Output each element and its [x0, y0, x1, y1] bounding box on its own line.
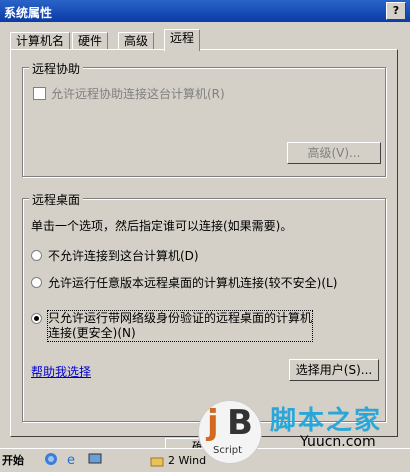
- taskbar-window-label: 2 Wind: [168, 454, 207, 467]
- option-allow-nla-label-line1: 只允许运行带网络级身份验证的远程桌面的计算机: [48, 311, 313, 325]
- folder-icon: [150, 457, 164, 467]
- watermark-logo: jB Script: [198, 400, 262, 464]
- quick-launch-desktop-icon[interactable]: [88, 452, 102, 470]
- svg-text:e: e: [67, 453, 75, 466]
- remote-desktop-instruction: 单击一个选项，然后指定谁可以连接(如果需要)。: [31, 219, 293, 233]
- radio-deny[interactable]: [31, 250, 42, 261]
- quick-launch-explorer-icon[interactable]: [44, 452, 58, 470]
- help-button[interactable]: ?: [386, 2, 406, 20]
- taskbar-window-button[interactable]: 2 Wind: [150, 452, 206, 470]
- option-deny-connections[interactable]: 不允许连接到这台计算机(D): [31, 247, 199, 264]
- allow-remote-assistance-label: 允许远程协助连接这台计算机(R): [51, 87, 225, 101]
- quick-launch-ie-icon[interactable]: e: [66, 452, 80, 470]
- remote-desktop-group: 远程桌面 单击一个选项，然后指定谁可以连接(如果需要)。 不允许连接到这台计算机…: [22, 191, 386, 422]
- option-allow-nla-label-line2: 连接(更安全)(N): [48, 326, 136, 340]
- watermark-site-text: 脚本之家: [270, 406, 383, 436]
- tab-hardware[interactable]: 硬件: [72, 32, 109, 50]
- watermark-url: Yuucn.com: [300, 434, 376, 450]
- remote-assistance-group: 远程协助 允许远程协助连接这台计算机(R) 高级(V)...: [22, 60, 386, 177]
- help-me-choose-link[interactable]: 帮助我选择: [31, 363, 91, 380]
- radio-allow-any[interactable]: [31, 277, 42, 288]
- remote-assistance-advanced-button[interactable]: 高级(V)...: [287, 142, 381, 164]
- remote-assistance-title: 远程协助: [29, 60, 84, 77]
- tab-remote[interactable]: 远程: [164, 29, 201, 51]
- select-users-button[interactable]: 选择用户(S)...: [289, 359, 379, 381]
- tab-panel: 远程协助 允许远程协助连接这台计算机(R) 高级(V)... 远程桌面 单击一个…: [10, 49, 398, 437]
- tab-advanced[interactable]: 高级: [118, 32, 155, 50]
- option-allow-any-version[interactable]: 允许运行任意版本远程桌面的计算机连接(较不安全)(L): [31, 274, 337, 291]
- watermark-logo-sub: Script: [213, 445, 243, 456]
- window-title: 系统属性: [4, 6, 53, 20]
- remote-desktop-title: 远程桌面: [29, 191, 84, 208]
- title-bar: 系统属性 ?: [0, 0, 410, 22]
- option-deny-label: 不允许连接到这台计算机(D): [48, 249, 199, 263]
- allow-remote-assistance-row[interactable]: 允许远程协助连接这台计算机(R): [33, 85, 225, 102]
- option-allow-any-label: 允许运行任意版本远程桌面的计算机连接(较不安全)(L): [48, 276, 338, 290]
- start-button[interactable]: 开始: [2, 452, 24, 470]
- radio-allow-nla[interactable]: [31, 313, 42, 324]
- allow-remote-assistance-checkbox[interactable]: [33, 87, 46, 100]
- tab-computer-name[interactable]: 计算机名: [10, 32, 71, 50]
